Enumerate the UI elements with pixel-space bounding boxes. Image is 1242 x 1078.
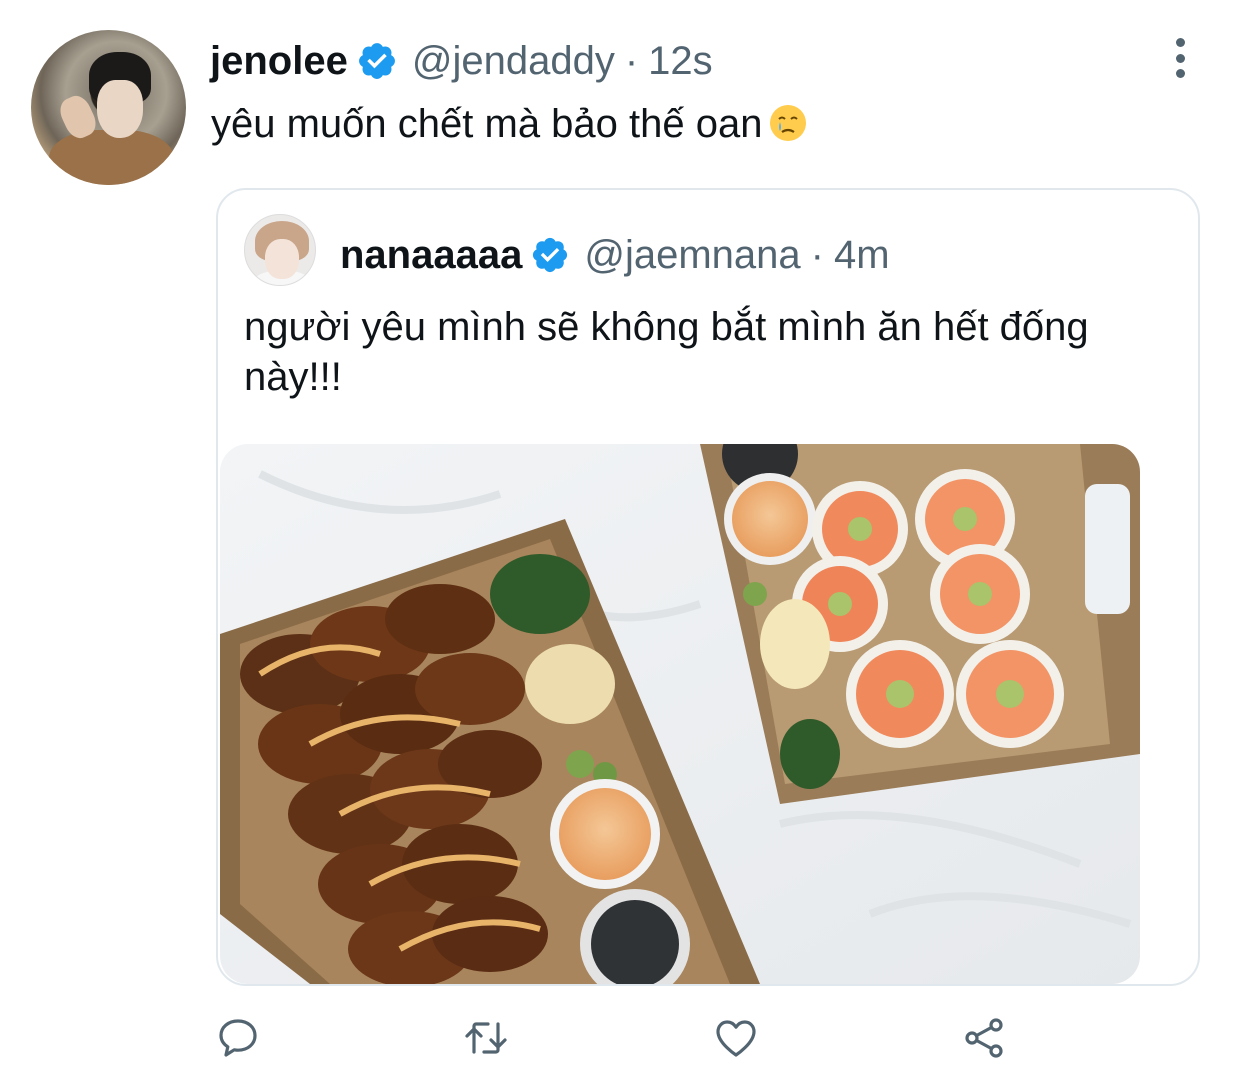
share-button[interactable] bbox=[956, 1010, 1012, 1066]
retweet-icon bbox=[465, 1022, 507, 1054]
quoted-tweet-timestamp[interactable]: 4m bbox=[834, 233, 890, 278]
more-vertical-icon bbox=[1175, 38, 1185, 47]
share-icon bbox=[965, 1018, 1003, 1058]
verified-badge-icon bbox=[533, 237, 568, 273]
crying-face-emoji bbox=[770, 105, 807, 141]
heart-icon bbox=[716, 1020, 756, 1057]
tweet-text: yêu muốn chết mà bảo thế oan bbox=[211, 98, 808, 150]
quoted-author-handle[interactable]: @jaemnana bbox=[584, 233, 800, 278]
retweet-button[interactable] bbox=[458, 1010, 514, 1066]
separator-dot: · bbox=[810, 232, 824, 277]
sushi-photo-image bbox=[220, 444, 1140, 984]
quoted-tweet-text: người yêu mình sẽ không bắt mình ăn hết … bbox=[244, 305, 1089, 399]
quoted-tweet-header: nanaaaaa @jaemnana · 4m bbox=[340, 230, 890, 280]
author-handle[interactable]: @jendaddy bbox=[412, 39, 615, 84]
quoted-author-avatar[interactable] bbox=[244, 214, 316, 286]
verified-badge-icon bbox=[358, 43, 395, 79]
tweet-header: jenolee @jendaddy · 12s bbox=[210, 36, 713, 86]
like-button[interactable] bbox=[708, 1010, 764, 1066]
tweet-text-content: yêu muốn chết mà bảo thế oan bbox=[211, 102, 763, 146]
author-avatar[interactable] bbox=[31, 30, 186, 185]
author-display-name[interactable]: jenolee bbox=[210, 39, 348, 84]
more-options-button[interactable] bbox=[1160, 36, 1200, 80]
tweet-timestamp[interactable]: 12s bbox=[648, 39, 713, 84]
quoted-author-display-name[interactable]: nanaaaaa bbox=[340, 233, 522, 278]
quoted-tweet[interactable]: nanaaaaa @jaemnana · 4m người yêu mình s… bbox=[216, 188, 1200, 986]
reply-button[interactable] bbox=[210, 1010, 266, 1066]
tweet-actions bbox=[0, 1010, 1242, 1066]
reply-icon bbox=[219, 1019, 257, 1057]
separator-dot: · bbox=[624, 38, 639, 83]
tweet[interactable]: jenolee @jendaddy · 12s yêu muốn chết mà… bbox=[0, 0, 1242, 1078]
tweet-photo[interactable] bbox=[220, 444, 1140, 984]
